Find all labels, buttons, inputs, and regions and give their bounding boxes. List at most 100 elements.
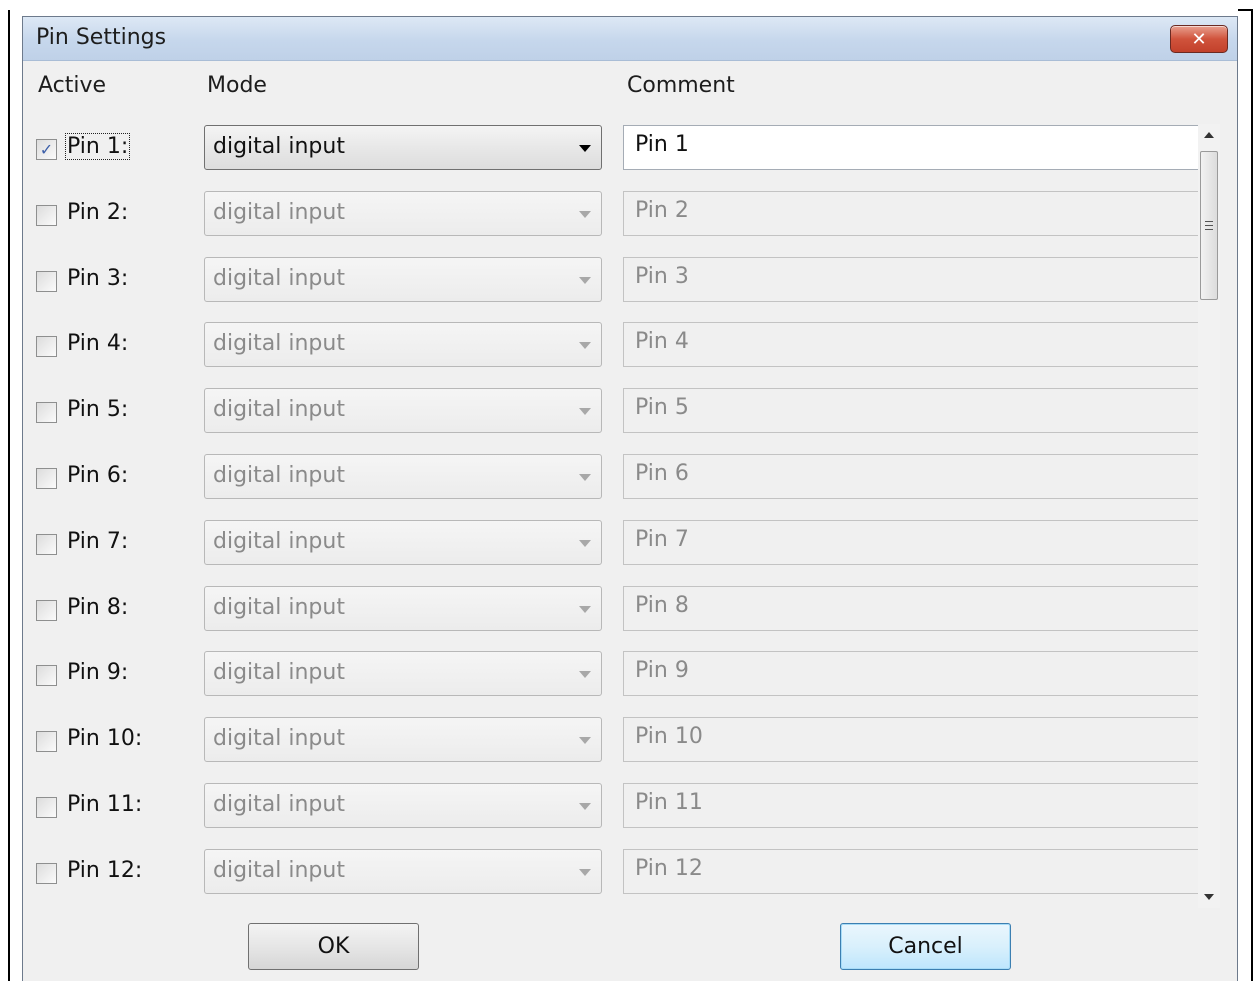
pin-mode-value: digital input xyxy=(213,134,345,159)
pin-comment-field[interactable]: Pin 7 xyxy=(623,520,1199,565)
pin-comment-value: Pin 4 xyxy=(635,329,689,354)
screen-edge-top xyxy=(1238,9,1253,11)
pin-active-checkbox[interactable] xyxy=(36,336,57,357)
chevron-down-icon xyxy=(579,671,591,678)
pin-active-checkbox[interactable] xyxy=(36,665,57,686)
pin-mode-value: digital input xyxy=(213,792,345,817)
pin-comment-value: Pin 6 xyxy=(635,461,689,486)
pin-comment-field[interactable]: Pin 2 xyxy=(623,191,1199,236)
chevron-down-icon xyxy=(579,474,591,481)
pin-mode-value: digital input xyxy=(213,595,345,620)
ok-button-label: OK xyxy=(317,934,350,959)
scroll-thumb[interactable] xyxy=(1200,151,1218,300)
pin-row: Pin 8: digital input Pin 8 xyxy=(23,586,1203,652)
pin-active-checkbox[interactable] xyxy=(36,797,57,818)
pin-label[interactable]: Pin 7: xyxy=(66,529,129,554)
vertical-scrollbar[interactable] xyxy=(1198,124,1220,908)
pin-label[interactable]: Pin 8: xyxy=(66,595,129,620)
pin-row: Pin 3: digital input Pin 3 xyxy=(23,257,1203,323)
pin-row: Pin 5: digital input Pin 5 xyxy=(23,388,1203,454)
pin-settings-dialog: Pin Settings ✕ Active Mode Comment ✓ Pin … xyxy=(22,16,1238,981)
pin-row: Pin 11: digital input Pin 11 xyxy=(23,783,1203,849)
pin-mode-select[interactable]: digital input xyxy=(204,849,602,894)
pin-row: Pin 10: digital input Pin 10 xyxy=(23,717,1203,783)
pin-active-checkbox[interactable] xyxy=(36,468,57,489)
pin-row: Pin 7: digital input Pin 7 xyxy=(23,520,1203,586)
cancel-button-label: Cancel xyxy=(888,934,963,959)
pin-active-checkbox[interactable] xyxy=(36,731,57,752)
pin-comment-field[interactable]: Pin 3 xyxy=(623,257,1199,302)
pin-mode-select[interactable]: digital input xyxy=(204,717,602,762)
pin-active-checkbox[interactable] xyxy=(36,863,57,884)
pin-mode-select[interactable]: digital input xyxy=(204,454,602,499)
checkmark-icon: ✓ xyxy=(39,139,54,159)
chevron-down-icon xyxy=(579,145,591,152)
pin-active-checkbox[interactable] xyxy=(36,534,57,555)
title-bar[interactable]: Pin Settings ✕ xyxy=(23,17,1237,61)
pin-comment-value: Pin 11 xyxy=(635,790,703,815)
chevron-down-icon xyxy=(579,211,591,218)
pin-active-checkbox[interactable] xyxy=(36,205,57,226)
scroll-down-button[interactable] xyxy=(1198,886,1220,908)
pin-mode-select[interactable]: digital input xyxy=(204,257,602,302)
header-active: Active xyxy=(38,73,107,98)
pin-row: ✓ Pin 1: digital input Pin 1 xyxy=(23,125,1203,191)
pin-label[interactable]: Pin 3: xyxy=(66,266,129,291)
pin-comment-value: Pin 9 xyxy=(635,658,689,683)
pin-label[interactable]: Pin 12: xyxy=(66,858,143,883)
pin-comment-field[interactable]: Pin 1 xyxy=(623,125,1199,170)
chevron-down-icon xyxy=(579,342,591,349)
pin-label[interactable]: Pin 5: xyxy=(66,397,129,422)
pin-comment-value: Pin 12 xyxy=(635,856,703,881)
pin-label[interactable]: Pin 1: xyxy=(64,133,131,160)
pin-label[interactable]: Pin 9: xyxy=(66,660,129,685)
chevron-down-icon xyxy=(579,606,591,613)
pin-active-checkbox[interactable] xyxy=(36,402,57,423)
pin-mode-select[interactable]: digital input xyxy=(204,520,602,565)
close-icon: ✕ xyxy=(1191,28,1207,50)
pin-active-checkbox[interactable] xyxy=(36,600,57,621)
pin-comment-value: Pin 5 xyxy=(635,395,689,420)
ok-button[interactable]: OK xyxy=(248,923,419,970)
pin-comment-field[interactable]: Pin 6 xyxy=(623,454,1199,499)
pin-row: Pin 4: digital input Pin 4 xyxy=(23,322,1203,388)
pin-mode-select[interactable]: digital input xyxy=(204,783,602,828)
pin-label[interactable]: Pin 10: xyxy=(66,726,143,751)
pin-comment-field[interactable]: Pin 11 xyxy=(623,783,1199,828)
pin-active-checkbox[interactable]: ✓ xyxy=(36,139,57,160)
chevron-down-icon xyxy=(579,869,591,876)
cancel-button[interactable]: Cancel xyxy=(840,923,1011,970)
pin-comment-value: Pin 7 xyxy=(635,527,689,552)
pin-mode-select[interactable]: digital input xyxy=(204,586,602,631)
pin-comment-field[interactable]: Pin 10 xyxy=(623,717,1199,762)
window-title: Pin Settings xyxy=(36,25,167,50)
pin-mode-value: digital input xyxy=(213,660,345,685)
chevron-down-icon xyxy=(579,540,591,547)
pin-comment-field[interactable]: Pin 5 xyxy=(623,388,1199,433)
pin-label[interactable]: Pin 2: xyxy=(66,200,129,225)
pin-mode-value: digital input xyxy=(213,726,345,751)
pin-comment-field[interactable]: Pin 4 xyxy=(623,322,1199,367)
close-button[interactable]: ✕ xyxy=(1170,25,1228,53)
pin-mode-select[interactable]: digital input xyxy=(204,651,602,696)
pin-mode-select[interactable]: digital input xyxy=(204,191,602,236)
pin-mode-select[interactable]: digital input xyxy=(204,322,602,367)
screen-edge-left xyxy=(8,10,10,981)
pin-row: Pin 6: digital input Pin 6 xyxy=(23,454,1203,520)
pin-comment-value: Pin 10 xyxy=(635,724,703,749)
pin-mode-select[interactable]: digital input xyxy=(204,388,602,433)
pin-comment-field[interactable]: Pin 8 xyxy=(623,586,1199,631)
grip-icon xyxy=(1205,221,1213,230)
chevron-down-icon xyxy=(579,737,591,744)
pin-mode-value: digital input xyxy=(213,463,345,488)
scroll-down-icon xyxy=(1204,894,1214,900)
scroll-up-button[interactable] xyxy=(1198,124,1220,146)
pin-mode-select[interactable]: digital input xyxy=(204,125,602,170)
pin-row: Pin 12: digital input Pin 12 xyxy=(23,849,1203,915)
pin-label[interactable]: Pin 4: xyxy=(66,331,129,356)
pin-label[interactable]: Pin 6: xyxy=(66,463,129,488)
pin-label[interactable]: Pin 11: xyxy=(66,792,143,817)
pin-comment-field[interactable]: Pin 9 xyxy=(623,651,1199,696)
pin-active-checkbox[interactable] xyxy=(36,271,57,292)
pin-comment-field[interactable]: Pin 12 xyxy=(623,849,1199,894)
